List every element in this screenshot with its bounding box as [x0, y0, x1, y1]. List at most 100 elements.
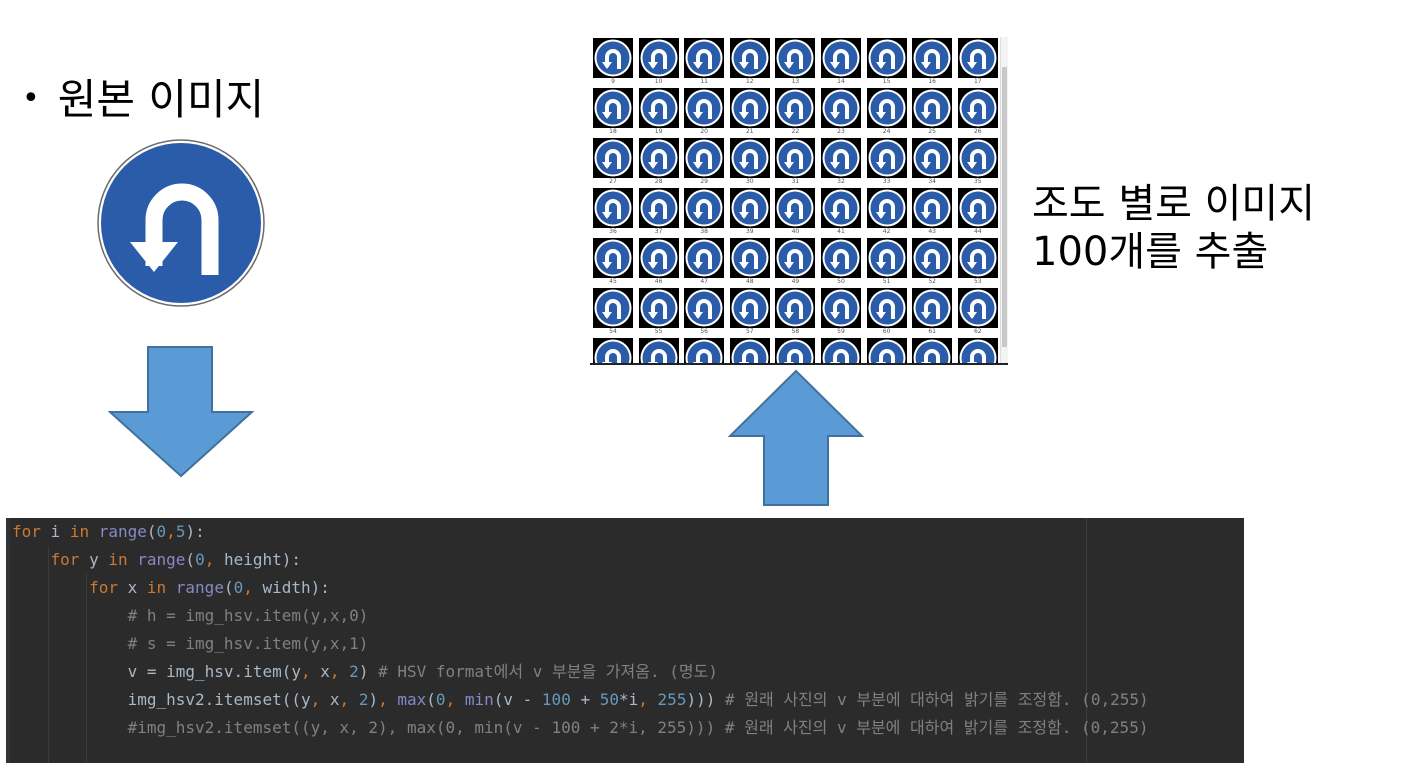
thumbnail-cell[interactable]: 28	[637, 136, 683, 186]
u-turn-thumbnail-icon	[912, 288, 953, 328]
thumbnail-cell[interactable]: 24	[865, 86, 911, 136]
thumbnail-cell[interactable]: 20	[682, 86, 728, 136]
thumbnail-label: 52	[928, 278, 936, 285]
u-turn-thumbnail-icon	[729, 288, 770, 328]
thumbnail-cell[interactable]: 50	[819, 236, 865, 286]
u-turn-thumbnail-icon	[866, 238, 907, 278]
thumbnail-cell[interactable]: 51	[865, 236, 911, 286]
thumbnail-cell[interactable]: 30	[728, 136, 774, 186]
thumbnail-cell[interactable]: 26	[956, 86, 1002, 136]
thumbnail-cell[interactable]: 55	[637, 286, 683, 336]
thumbnail-cell[interactable]: 31	[773, 136, 819, 186]
thumbnail-cell[interactable]: 47	[682, 236, 728, 286]
thumbnail-label: 43	[928, 228, 936, 235]
thumbnail-cell[interactable]: 34	[910, 136, 956, 186]
thumbnail-cell[interactable]: 11	[682, 36, 728, 86]
thumbnail-cell[interactable]: 10	[637, 36, 683, 86]
thumbnail-cell[interactable]: 35	[956, 136, 1002, 186]
thumbnail-cell[interactable]: 43	[910, 186, 956, 236]
thumbnail-cell[interactable]: 12	[728, 36, 774, 86]
thumbnail-cell[interactable]	[819, 336, 865, 365]
u-turn-thumbnail-icon	[821, 188, 861, 228]
thumbnail-cell[interactable]: 56	[682, 286, 728, 336]
thumbnail-cell[interactable]: 42	[865, 186, 911, 236]
thumbnail-cell[interactable]: 38	[682, 186, 728, 236]
thumbnail-cell[interactable]: 53	[956, 236, 1002, 286]
thumbnail-label: 15	[882, 78, 891, 85]
u-turn-thumbnail-icon	[775, 338, 816, 365]
thumbnail-cell[interactable]: 15	[865, 36, 911, 86]
u-turn-thumbnail-icon	[775, 138, 816, 178]
thumbnail-label: 55	[654, 328, 663, 335]
caption-line-2: 100개를 추출	[1032, 229, 1269, 275]
thumbnail-cell[interactable]: 14	[819, 36, 865, 86]
thumbnail-cell[interactable]: 44	[956, 186, 1002, 236]
thumbnail-cell[interactable]: 33	[865, 136, 911, 186]
thumbnail-cell[interactable]: 18	[591, 86, 637, 136]
thumbnail-cell[interactable]: 29	[682, 136, 728, 186]
thumbnail-cell[interactable]: 48	[728, 236, 774, 286]
thumbnail-cell[interactable]: 61	[910, 286, 956, 336]
u-turn-thumbnail-icon	[957, 238, 998, 278]
thumbnail-cell[interactable]	[865, 336, 911, 365]
thumbnail-cell[interactable]: 37	[637, 186, 683, 236]
thumbnail-cell[interactable]: 16	[910, 36, 956, 86]
thumbnail-cell[interactable]	[773, 336, 819, 365]
thumbnail-cell[interactable]: 23	[819, 86, 865, 136]
thumbnail-cell[interactable]	[682, 336, 728, 365]
thumbnail-label: 18	[609, 128, 617, 135]
thumbnail-cell[interactable]: 13	[773, 36, 819, 86]
thumbnail-label: 27	[609, 178, 617, 185]
thumbnail-label: 45	[609, 278, 617, 285]
grid-scrollbar[interactable]	[1000, 37, 1008, 363]
thumbnail-cell[interactable]: 41	[819, 186, 865, 236]
thumbnail-cell[interactable]: 52	[910, 236, 956, 286]
thumbnail-cell[interactable]: 19	[637, 86, 683, 136]
thumbnail-cell[interactable]: 57	[728, 286, 774, 336]
u-turn-thumbnail-icon	[684, 288, 725, 328]
thumbnail-label: 48	[745, 278, 754, 285]
thumbnail-cell[interactable]: 36	[591, 186, 637, 236]
thumbnail-cell[interactable]	[728, 336, 774, 365]
u-turn-thumbnail-icon	[638, 188, 679, 228]
thumbnail-cell[interactable]: 60	[865, 286, 911, 336]
thumbnail-cell[interactable]	[591, 336, 637, 365]
thumbnail-label: 16	[928, 78, 936, 85]
thumbnail-cell[interactable]: 27	[591, 136, 637, 186]
grid-bottom-border	[590, 363, 1008, 365]
u-turn-thumbnail-icon	[684, 88, 725, 128]
u-turn-thumbnail-icon	[638, 138, 679, 178]
thumbnail-cell[interactable]: 21	[728, 86, 774, 136]
thumbnail-cell[interactable]: 39	[728, 186, 774, 236]
thumbnail-cell[interactable]: 46	[637, 236, 683, 286]
thumbnail-cell[interactable]: 17	[956, 36, 1002, 86]
thumbnail-cell[interactable]: 32	[819, 136, 865, 186]
thumbnail-cell[interactable]: 58	[773, 286, 819, 336]
thumbnail-cell[interactable]	[910, 336, 956, 365]
thumbnail-grid: 9 10 11 12 13 14 15 16 17 18 19 20 21 22 23 24 25 26 27 28 2…	[590, 33, 1008, 365]
thumbnail-label: 14	[837, 78, 845, 85]
thumbnail-label: 56	[700, 328, 708, 335]
thumbnail-label: 10	[654, 78, 663, 85]
u-turn-thumbnail-icon	[957, 338, 998, 365]
u-turn-thumbnail-icon	[593, 88, 633, 128]
thumbnail-label: 32	[837, 178, 845, 185]
thumbnail-cell[interactable]: 40	[773, 186, 819, 236]
thumbnail-cell[interactable]: 49	[773, 236, 819, 286]
u-turn-thumbnail-icon	[593, 188, 633, 228]
thumbnail-cell[interactable]	[637, 336, 683, 365]
thumbnail-label: 11	[700, 78, 708, 85]
thumbnail-cell[interactable]: 9	[591, 36, 637, 86]
thumbnail-cell[interactable]: 45	[591, 236, 637, 286]
thumbnail-cell[interactable]	[956, 336, 1002, 365]
thumbnail-cell[interactable]: 25	[910, 86, 956, 136]
thumbnail-label: 20	[700, 128, 708, 135]
thumbnail-cell[interactable]: 59	[819, 286, 865, 336]
thumbnail-cell[interactable]: 62	[956, 286, 1002, 336]
code-line: for y in range(0, height):	[50, 550, 302, 569]
thumbnail-cell[interactable]: 22	[773, 86, 819, 136]
u-turn-thumbnail-icon	[684, 238, 725, 278]
thumbnail-cell[interactable]: 54	[591, 286, 637, 336]
scrollbar-thumb[interactable]	[1002, 67, 1007, 347]
thumbnail-label: 22	[791, 128, 800, 135]
